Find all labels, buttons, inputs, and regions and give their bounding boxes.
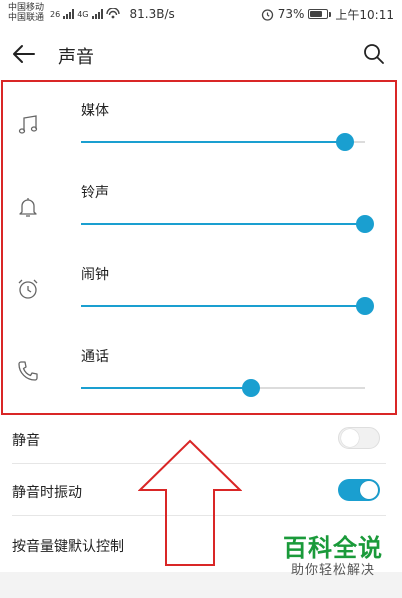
- arrow-left-icon: [13, 45, 35, 63]
- phone-icon: [15, 358, 41, 384]
- setting-label-mute: 静音: [12, 433, 40, 449]
- slider-thumb[interactable]: [336, 133, 355, 151]
- volume-label-alarm: 闹钟: [81, 267, 109, 283]
- watermark-sub: 助你轻松解决: [290, 563, 375, 578]
- wifi-hotspot-icon: [105, 8, 120, 19]
- bell-icon: [15, 194, 41, 220]
- media-volume-slider[interactable]: [81, 132, 365, 152]
- alarm-icon: [261, 8, 273, 21]
- mute-toggle[interactable]: [338, 427, 380, 449]
- watermark-main: 百科全说: [283, 534, 383, 562]
- toggle-knob: [360, 481, 378, 499]
- volume-label-call: 通话: [81, 349, 109, 365]
- alarm-clock-icon: [15, 276, 41, 302]
- annotation-arrow-icon: [138, 439, 242, 566]
- signal-icon: [63, 9, 75, 19]
- slider-thumb[interactable]: [356, 215, 374, 233]
- clock: 上午10:11: [335, 7, 394, 22]
- setting-label-volume-key-default: 按音量键默认控制: [12, 539, 124, 555]
- network-speed: 81.3B/s: [129, 7, 175, 21]
- volume-label-ringtone: 铃声: [81, 185, 109, 201]
- slider-fill: [81, 305, 365, 307]
- volume-row-ringtone: 铃声: [3, 174, 395, 256]
- slider-thumb[interactable]: [356, 297, 374, 315]
- volume-panel: 媒体 铃声 闹钟 通话: [1, 80, 397, 415]
- volume-label-media: 媒体: [81, 103, 109, 119]
- network-indicators: 26 4G: [50, 8, 120, 20]
- slider-thumb[interactable]: [242, 379, 261, 397]
- volume-row-alarm: 闹钟: [3, 256, 395, 338]
- page-title: 声音: [58, 47, 94, 68]
- signal-icon-2: [91, 9, 103, 19]
- vibrate-on-mute-toggle[interactable]: [338, 479, 380, 501]
- music-note-icon: [15, 112, 41, 138]
- slider-fill: [81, 387, 252, 389]
- network-tag-1: 26: [50, 9, 61, 19]
- volume-row-media: 媒体: [3, 92, 395, 174]
- network-tag-2: 4G: [77, 9, 89, 19]
- ringtone-volume-slider[interactable]: [81, 214, 374, 234]
- search-icon: [364, 44, 384, 64]
- slider-fill: [81, 141, 346, 143]
- call-volume-slider[interactable]: [81, 378, 365, 398]
- watermark-logo: 百科全说 助你轻松解决: [272, 534, 394, 590]
- carrier-names: 中国移动 中国联通: [8, 3, 44, 23]
- setting-label-vibrate-on-mute: 静音时振动: [12, 485, 82, 501]
- battery-percent: 73%: [277, 7, 305, 21]
- volume-row-call: 通话: [3, 338, 395, 420]
- toggle-knob: [341, 429, 359, 447]
- app-bar: 声音: [0, 30, 402, 78]
- carrier-1: 中国移动: [8, 3, 45, 13]
- status-bar: 中国移动 中国联通 26 4G 81.3B/s 73% 上午10:11: [0, 0, 402, 28]
- slider-fill: [81, 223, 365, 225]
- search-button[interactable]: [360, 40, 388, 68]
- screen: 中国移动 中国联通 26 4G 81.3B/s 73% 上午10:11 声音 媒…: [0, 0, 402, 598]
- alarm-volume-slider[interactable]: [81, 296, 374, 316]
- back-button[interactable]: [10, 40, 38, 68]
- battery-icon: [308, 9, 332, 19]
- status-right: 73% 上午10:11: [261, 6, 394, 23]
- carrier-2: 中国联通: [8, 13, 45, 23]
